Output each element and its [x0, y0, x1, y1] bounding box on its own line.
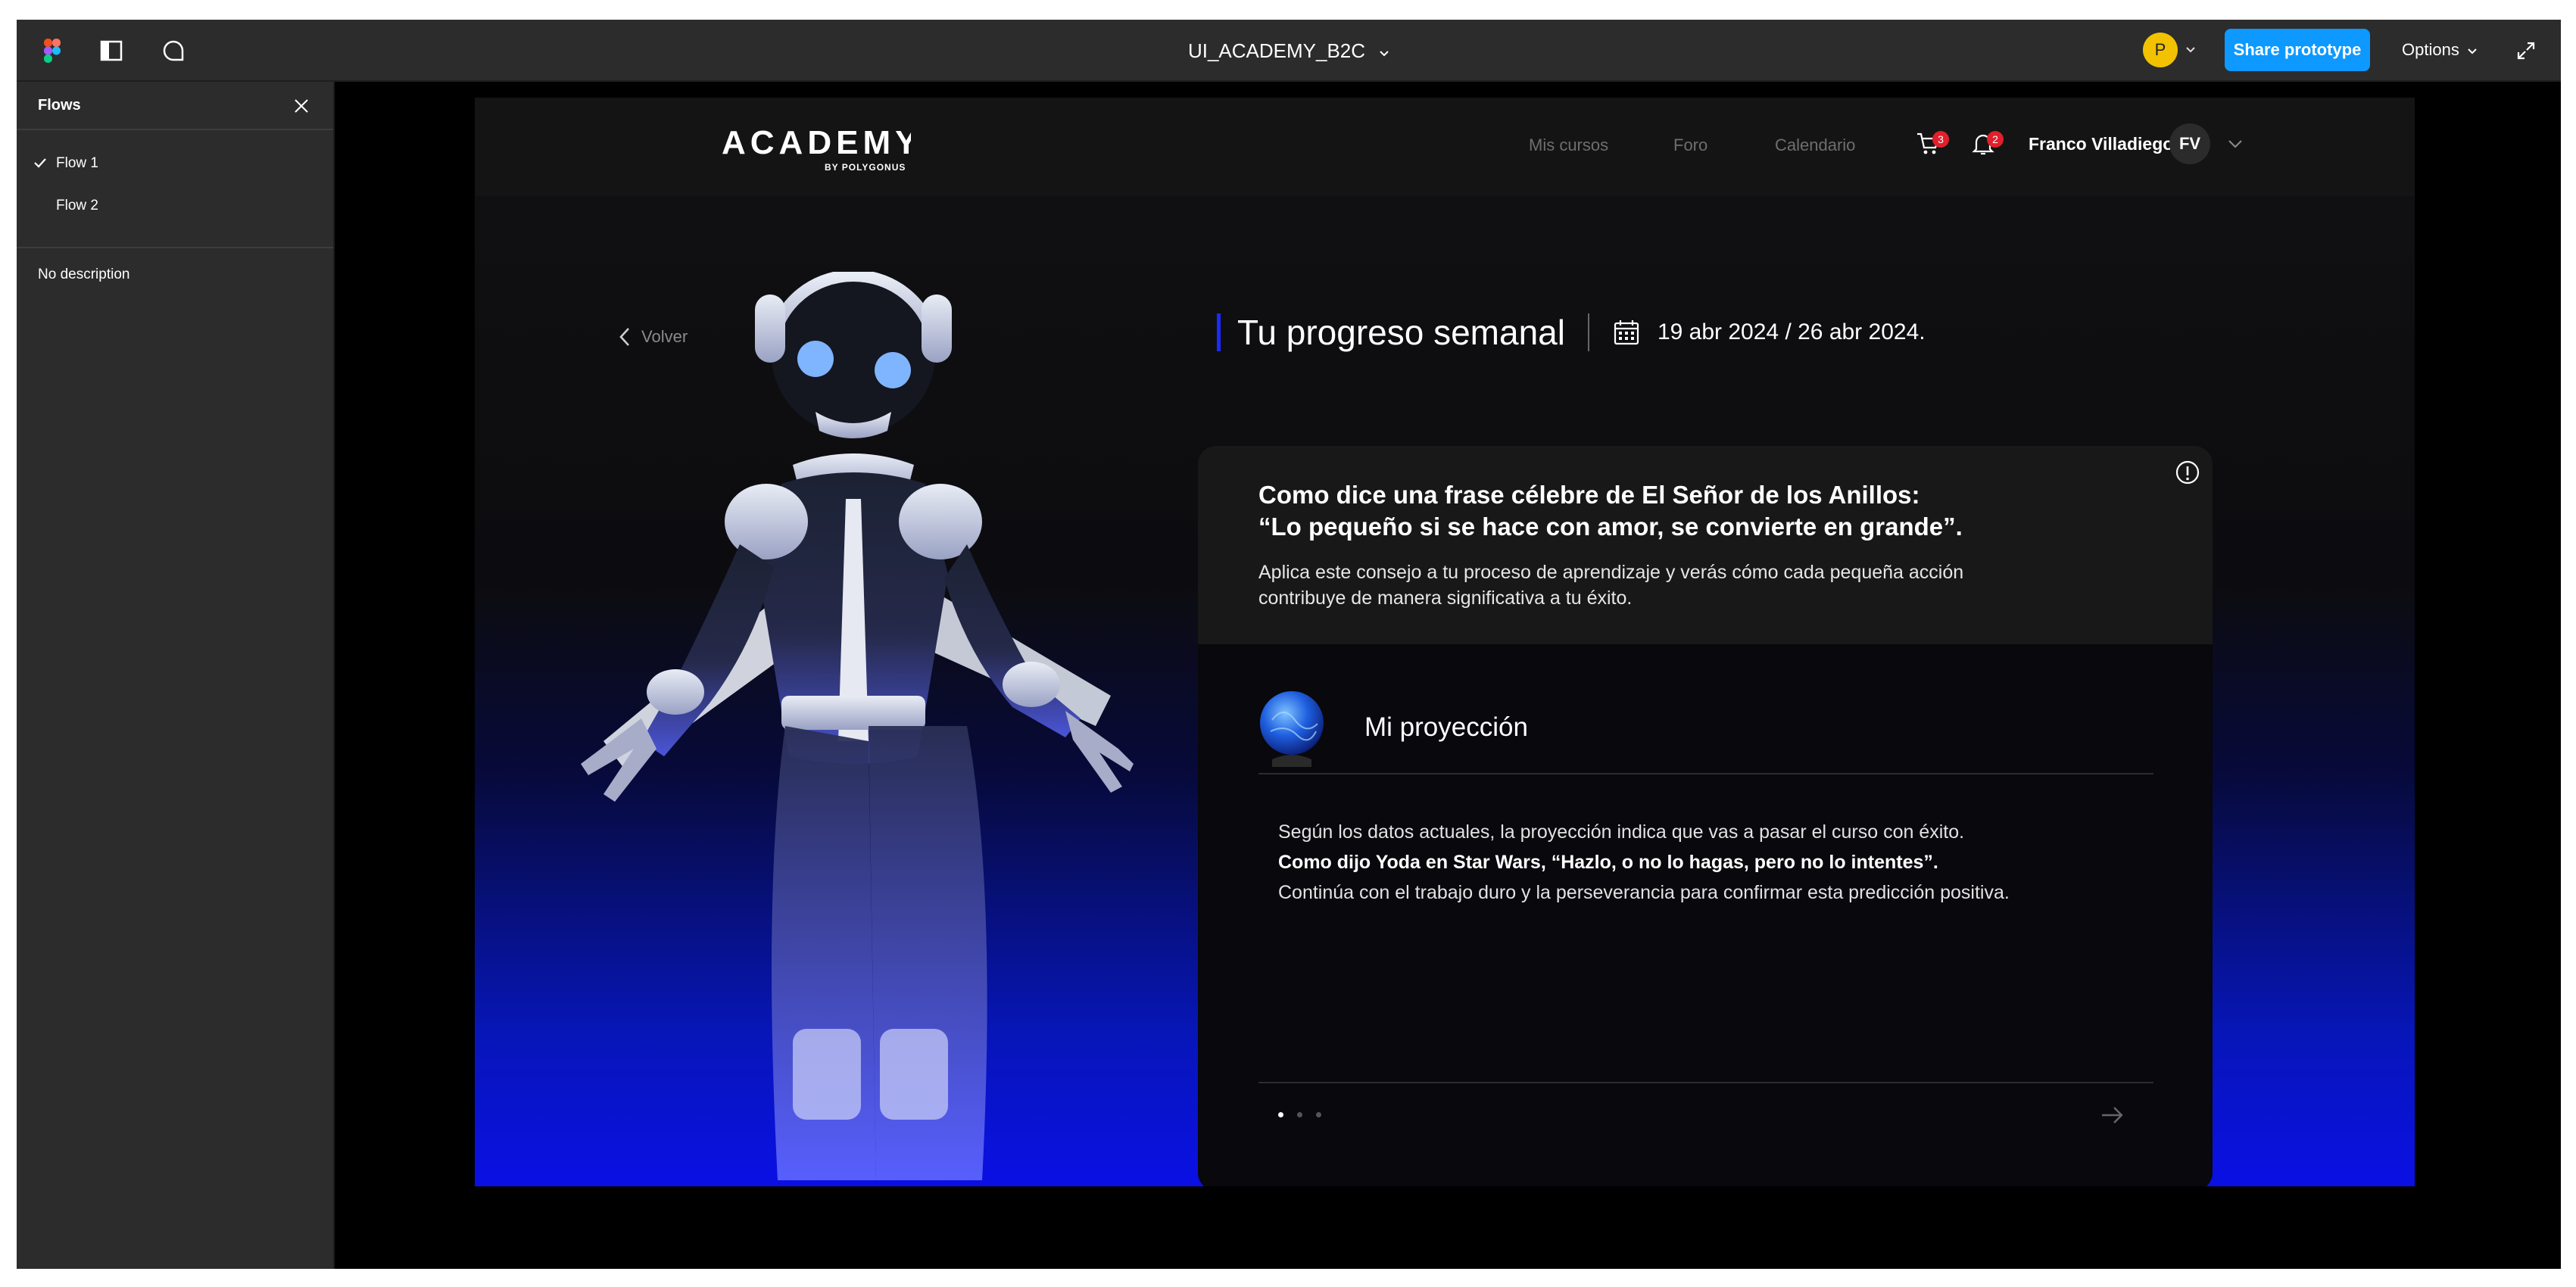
weekly-progress-card: Como dice una frase célebre de El Señor … — [1198, 446, 2213, 1186]
nav-mis-cursos[interactable]: Mis cursos — [1529, 136, 1608, 155]
file-title[interactable]: UI_ACADEMY_B2C — [1188, 39, 1365, 63]
user-name[interactable]: Franco Villadiego — [2029, 134, 2173, 154]
quote-line-1: Como dice una frase célebre de El Señor … — [1258, 481, 1920, 509]
figma-toolbar: UI_ACADEMY_B2C P Share prototype Options — [17, 20, 2561, 82]
quote-section: Como dice una frase célebre de El Señor … — [1198, 446, 2213, 644]
flow-item-label: Flow 1 — [56, 155, 98, 171]
flow-item-2[interactable]: Flow 2 — [17, 186, 333, 226]
date-range: 19 abr 2024 / 26 abr 2024. — [1657, 319, 1926, 344]
file-title-area: UI_ACADEMY_B2C — [17, 20, 2561, 82]
flows-title: Flows — [38, 97, 81, 114]
flows-header: Flows — [17, 82, 333, 130]
cart-badge: 3 — [1932, 131, 1949, 148]
crystal-ball-icon — [1257, 690, 1327, 771]
robot-mascot-illustration — [566, 270, 1156, 1186]
nav-foro[interactable]: Foro — [1673, 136, 1707, 155]
flow-item-label: Flow 2 — [56, 198, 98, 213]
divider — [1258, 1082, 2153, 1083]
page-title: Tu progreso semanal — [1237, 313, 1565, 352]
flow-description: No description — [38, 266, 130, 282]
projection-quote: Como dijo Yoda en Star Wars, “Hazlo, o n… — [1278, 852, 1938, 873]
options-chevron-icon — [2467, 40, 2478, 60]
collaborator-avatar[interactable]: P — [2143, 33, 2178, 67]
avatar-chevron-icon[interactable] — [2182, 41, 2199, 59]
user-menu-chevron-icon[interactable] — [2224, 132, 2247, 155]
divider — [1587, 313, 1589, 351]
sidebar-toggle-icon[interactable] — [97, 36, 126, 65]
pagination-dot[interactable] — [1316, 1112, 1321, 1117]
pagination-dot[interactable] — [1297, 1112, 1302, 1117]
flows-panel: Flows Flow 1 Flow 2 No description — [17, 82, 335, 1269]
quote-advice: Aplica este consejo a tu proceso de apre… — [1258, 562, 1964, 609]
file-title-chevron-icon[interactable] — [1379, 39, 1389, 63]
academy-navbar: ACADEMY BY POLYGONUS Mis cursos Foro Cal… — [475, 98, 2415, 196]
projection-line-1: Según los datos actuales, la proyección … — [1278, 821, 1965, 843]
academy-logo[interactable]: ACADEMY BY POLYGONUS — [722, 123, 917, 175]
arrow-right-icon[interactable] — [2097, 1102, 2128, 1129]
page-title-row: Tu progreso semanal 19 abr 2024 / 26 abr… — [1217, 310, 1926, 355]
cart-button[interactable]: 3 — [1916, 131, 1949, 161]
logo-subtext: BY POLYGONUS — [825, 162, 906, 173]
quote-line-2: “Lo pequeño si se hace con amor, se conv… — [1258, 513, 1963, 541]
projection-line-2: Como dijo Yoda en Star Wars, “Hazlo, o n… — [1278, 847, 2149, 877]
quote-text: Como dice una frase célebre de El Señor … — [1258, 479, 2129, 543]
options-label: Options — [2402, 40, 2459, 59]
prototype-canvas: ACADEMY BY POLYGONUS Mis cursos Foro Cal… — [475, 98, 2415, 1186]
flow-item-1[interactable]: Flow 1 — [17, 144, 333, 183]
calendar-icon — [1612, 318, 1641, 347]
projection-line-3: Continúa con el trabajo duro y la persev… — [1278, 882, 2010, 903]
figma-prototype-window: UI_ACADEMY_B2C P Share prototype Options… — [17, 20, 2561, 1269]
share-prototype-button[interactable]: Share prototype — [2225, 29, 2370, 71]
projection-title: Mi proyección — [1364, 712, 1528, 742]
figma-logo-icon[interactable] — [38, 36, 67, 65]
checkmark-icon — [32, 154, 48, 171]
user-avatar[interactable]: FV — [2169, 123, 2210, 164]
pagination-dot-active[interactable] — [1278, 1112, 1283, 1117]
fullscreen-icon[interactable] — [2512, 36, 2540, 65]
options-menu[interactable]: Options — [2402, 29, 2478, 71]
divider — [1258, 773, 2153, 774]
notifications-button[interactable]: 2 — [1970, 131, 2004, 161]
info-icon[interactable] — [2175, 460, 2200, 485]
notifications-badge: 2 — [1987, 131, 2004, 148]
logo-text: ACADEMY — [722, 124, 911, 161]
title-accent-bar — [1217, 313, 1221, 351]
nav-calendario[interactable]: Calendario — [1775, 136, 1855, 155]
close-icon[interactable] — [288, 92, 315, 120]
projection-text: Según los datos actuales, la proyección … — [1278, 817, 2149, 908]
comment-icon[interactable] — [159, 36, 188, 65]
divider — [17, 247, 333, 248]
carousel-pagination — [1278, 1112, 1321, 1117]
